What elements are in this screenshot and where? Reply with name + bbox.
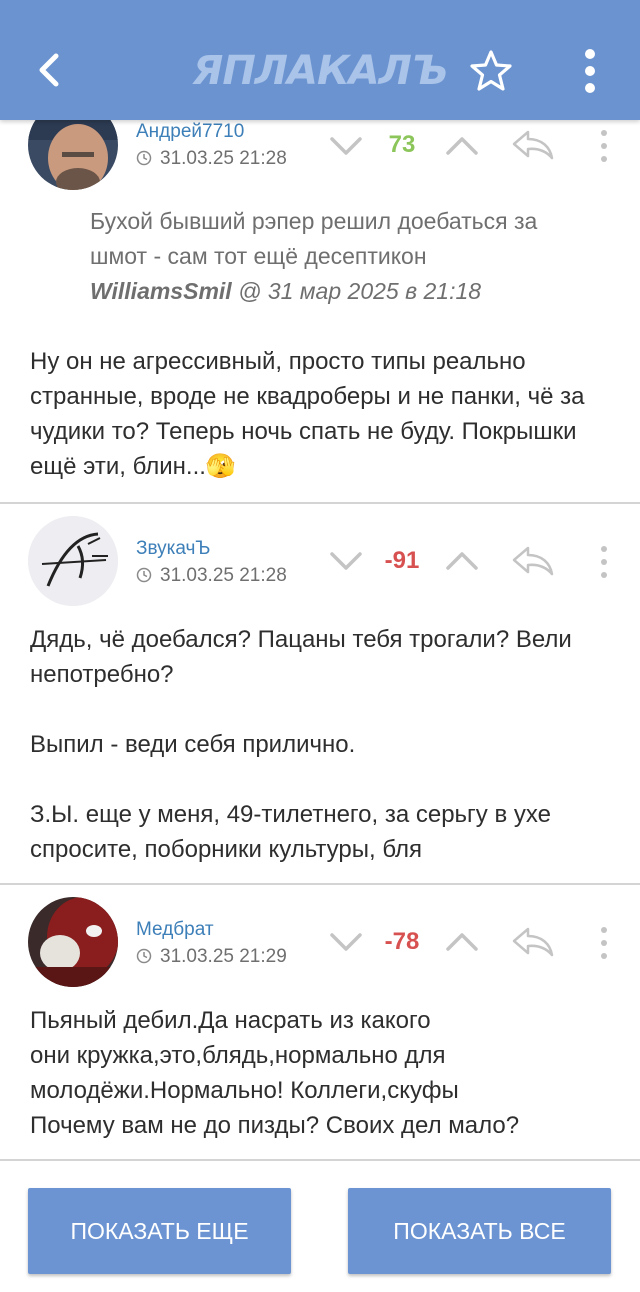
reply-button[interactable] bbox=[510, 925, 556, 959]
vertical-dots-icon bbox=[585, 49, 595, 93]
app-bar: ЯПЛАКАЛЪ bbox=[0, 0, 640, 120]
comment-text: Пьяный дебил.Да насрать из какого они кр… bbox=[30, 1007, 520, 1139]
datetime-text: 31.03.25 21:29 bbox=[160, 946, 287, 967]
comment-score: -78 bbox=[384, 928, 420, 955]
comment-menu-button[interactable] bbox=[594, 544, 614, 580]
reply-button[interactable] bbox=[510, 128, 556, 162]
quote-author[interactable]: WilliamsSmil bbox=[90, 278, 232, 304]
overflow-menu-button[interactable] bbox=[570, 46, 610, 96]
site-logo[interactable]: ЯПЛАКАЛЪ bbox=[190, 46, 450, 96]
divider bbox=[0, 1159, 640, 1161]
quote-meta: WilliamsSmil @ 31 мар 2025 в 21:18 bbox=[90, 278, 481, 304]
comment-author[interactable]: ЗвукачЪ bbox=[136, 538, 210, 560]
quote-text: Бухой бывший рэпер решил доебаться за шм… bbox=[90, 208, 538, 269]
comment-text: Дядь, чё доебался? Пацаны тебя трогали? … bbox=[30, 626, 572, 863]
comment-datetime: 31.03.25 21:28 bbox=[136, 148, 287, 170]
comment-author[interactable]: Андрей7710 bbox=[136, 121, 244, 143]
reply-button[interactable] bbox=[510, 544, 556, 578]
comment-menu-button[interactable] bbox=[594, 128, 614, 164]
favorite-button[interactable] bbox=[468, 48, 514, 94]
datetime-text: 31.03.25 21:28 bbox=[160, 148, 287, 169]
vote-down-button[interactable] bbox=[328, 133, 364, 159]
chevron-down-icon bbox=[330, 137, 362, 155]
comment-score: 73 bbox=[388, 131, 416, 158]
comment-menu-button[interactable] bbox=[594, 925, 614, 961]
comment: ЗвукачЪ 31.03.25 21:28 -91 Дядь, чё доеб… bbox=[0, 504, 640, 884]
vote-down-button[interactable] bbox=[328, 548, 364, 574]
vertical-dots-icon bbox=[601, 130, 607, 162]
show-more-button[interactable]: ПОКАЗАТЬ ЕЩЕ bbox=[28, 1188, 291, 1274]
vote-up-button[interactable] bbox=[444, 929, 480, 955]
vertical-dots-icon bbox=[601, 927, 607, 959]
reply-icon bbox=[512, 546, 554, 576]
chevron-up-icon bbox=[446, 137, 478, 155]
comment: Медбрат 31.03.25 21:29 -78 Пьяный дебил.… bbox=[0, 885, 640, 1159]
clock-icon bbox=[136, 150, 152, 166]
quoted-comment: Бухой бывший рэпер решил доебаться за шм… bbox=[90, 204, 600, 309]
quote-date: @ 31 мар 2025 в 21:18 bbox=[231, 278, 482, 304]
chevron-left-icon bbox=[39, 53, 59, 87]
chevron-down-icon bbox=[330, 933, 362, 951]
show-all-button[interactable]: ПОКАЗАТЬ ВСЕ bbox=[348, 1188, 611, 1274]
reply-icon bbox=[512, 927, 554, 957]
vertical-dots-icon bbox=[601, 546, 607, 578]
star-outline-icon bbox=[470, 50, 512, 91]
reply-icon bbox=[512, 130, 554, 160]
clock-icon bbox=[136, 567, 152, 583]
comment-datetime: 31.03.25 21:28 bbox=[136, 565, 287, 587]
vote-down-button[interactable] bbox=[328, 929, 364, 955]
datetime-text: 31.03.25 21:28 bbox=[160, 565, 287, 586]
avatar[interactable] bbox=[28, 897, 118, 987]
chevron-up-icon bbox=[446, 552, 478, 570]
avatar[interactable] bbox=[28, 516, 118, 606]
vote-up-button[interactable] bbox=[444, 133, 480, 159]
comment-score: -91 bbox=[384, 547, 420, 574]
vote-up-button[interactable] bbox=[444, 548, 480, 574]
chevron-up-icon bbox=[446, 933, 478, 951]
comment-text: Ну он не агрессивный, просто типы реальн… bbox=[30, 348, 585, 480]
chevron-down-icon bbox=[330, 552, 362, 570]
back-button[interactable] bbox=[30, 48, 70, 92]
comment-author[interactable]: Медбрат bbox=[136, 919, 214, 941]
clock-icon bbox=[136, 948, 152, 964]
comment-datetime: 31.03.25 21:29 bbox=[136, 946, 287, 968]
